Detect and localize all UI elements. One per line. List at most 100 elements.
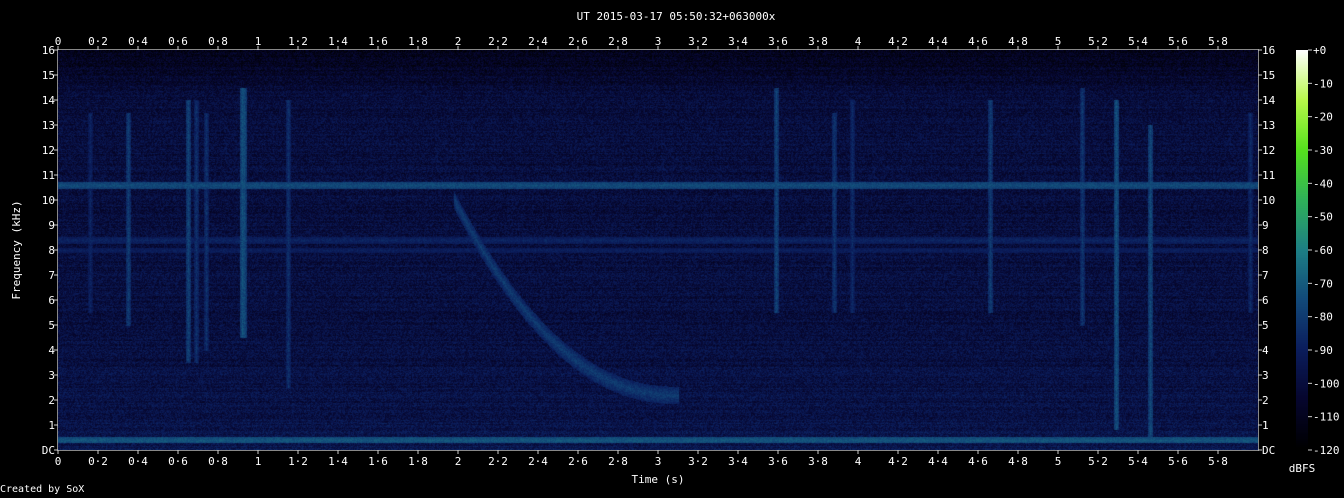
spectrogram-plot: [58, 50, 1258, 450]
x-tick-label-top: 2: [455, 35, 462, 48]
colorbar: [1296, 50, 1308, 450]
x-tick-label-top: 0·2: [88, 35, 108, 48]
x-tick-label-bottom: 2·6: [568, 455, 588, 468]
x-tick-label-top: 4·6: [968, 35, 988, 48]
y-tick-label-right: 5: [1262, 319, 1269, 332]
colorbar-tick-label: -120: [1313, 444, 1340, 457]
colorbar-tick-label: -30: [1313, 144, 1333, 157]
colorbar-tick-label: -100: [1313, 377, 1340, 390]
x-tick-label-top: 5·6: [1168, 35, 1188, 48]
colorbar-tick-label: -70: [1313, 277, 1333, 290]
y-tick-label-left: 14: [42, 94, 56, 107]
y-tick-label-right: DC: [1262, 444, 1275, 457]
x-tick-label-bottom: 0: [55, 455, 62, 468]
colorbar-tick-label: -40: [1313, 177, 1333, 190]
y-tick-label-left: 7: [48, 269, 55, 282]
x-tick-label-bottom: 2: [455, 455, 462, 468]
y-tick-label-left: 11: [42, 169, 55, 182]
y-tick-label-right: 14: [1262, 94, 1276, 107]
x-tick-label-bottom: 5·4: [1128, 455, 1148, 468]
x-tick-label-top: 5: [1055, 35, 1062, 48]
x-tick-label-top: 2·4: [528, 35, 548, 48]
x-tick-label-bottom: 0·6: [168, 455, 188, 468]
x-tick-label-bottom: 5·2: [1088, 455, 1108, 468]
x-tick-label-bottom: 1: [255, 455, 262, 468]
x-tick-label-bottom: 1·6: [368, 455, 388, 468]
chart-title: UT 2015-03-17 05:50:32+063000x: [577, 10, 776, 23]
x-tick-label-top: 3·4: [728, 35, 748, 48]
y-tick-label-left: 16: [42, 44, 55, 57]
y-tick-label-right: 2: [1262, 394, 1269, 407]
x-tick-label-top: 3·8: [808, 35, 828, 48]
x-tick-label-bottom: 3: [655, 455, 662, 468]
x-tick-label-top: 3: [655, 35, 662, 48]
x-axis-label: Time (s): [632, 473, 685, 486]
y-tick-label-left: DC: [42, 444, 55, 457]
x-tick-label-bottom: 4·2: [888, 455, 908, 468]
x-tick-label-top: 5·2: [1088, 35, 1108, 48]
x-tick-label-bottom: 4·8: [1008, 455, 1028, 468]
y-tick-label-left: 10: [42, 194, 55, 207]
x-tick-label-bottom: 1·2: [288, 455, 308, 468]
x-tick-label-top: 5·4: [1128, 35, 1148, 48]
x-tick-label-top: 3·2: [688, 35, 708, 48]
colorbar-tick-label: -20: [1313, 111, 1333, 124]
x-tick-label-top: 2·8: [608, 35, 628, 48]
y-tick-label-right: 15: [1262, 69, 1275, 82]
x-tick-label-top: 4·4: [928, 35, 948, 48]
y-tick-label-right: 7: [1262, 269, 1269, 282]
x-tick-label-top: 1·6: [368, 35, 388, 48]
x-tick-label-bottom: 3·6: [768, 455, 788, 468]
y-tick-label-right: 9: [1262, 219, 1269, 232]
colorbar-tick-label: -10: [1313, 77, 1333, 90]
colorbar-tick-label: -50: [1313, 211, 1333, 224]
colorbar-tick-label: +0: [1313, 44, 1326, 57]
x-tick-label-bottom: 4: [855, 455, 862, 468]
x-tick-label-top: 1·8: [408, 35, 428, 48]
x-tick-label-top: 0·4: [128, 35, 148, 48]
x-tick-label-top: 2·6: [568, 35, 588, 48]
y-tick-label-right: 6: [1262, 294, 1269, 307]
y-tick-label-left: 2: [48, 394, 55, 407]
colorbar-label: dBFS: [1289, 462, 1316, 475]
x-tick-label-top: 2·2: [488, 35, 508, 48]
x-tick-label-bottom: 2·4: [528, 455, 548, 468]
x-tick-label-bottom: 0·2: [88, 455, 108, 468]
y-axis-label: Frequency (kHz): [10, 200, 23, 299]
spectrogram-chart: UT 2015-03-17 05:50:32+063000x 0 0 0·2 0·2 0…: [10, 10, 1340, 486]
x-tick-label-top: 0: [55, 35, 62, 48]
y-tick-label-left: 8: [48, 244, 55, 257]
x-tick-label-top: 1·2: [288, 35, 308, 48]
colorbar-tick-label: -60: [1313, 244, 1333, 257]
x-tick-label-bottom: 1·4: [328, 455, 348, 468]
y-tick-label-right: 8: [1262, 244, 1269, 257]
x-tick-label-top: 1: [255, 35, 262, 48]
x-tick-label-bottom: 5·8: [1208, 455, 1228, 468]
x-tick-label-bottom: 3·8: [808, 455, 828, 468]
y-tick-label-right: 11: [1262, 169, 1275, 182]
x-tick-label-top: 0·8: [208, 35, 228, 48]
y-tick-label-left: 15: [42, 69, 55, 82]
x-tick-label-bottom: 5: [1055, 455, 1062, 468]
y-tick-label-left: 13: [42, 119, 55, 132]
y-tick-label-right: 13: [1262, 119, 1275, 132]
colorbar-tick-label: -90: [1313, 344, 1333, 357]
x-tick-label-bottom: 0·4: [128, 455, 148, 468]
x-tick-label-bottom: 3·2: [688, 455, 708, 468]
x-tick-label-top: 3·6: [768, 35, 788, 48]
x-tick-label-bottom: 2·2: [488, 455, 508, 468]
y-tick-label-left: 6: [48, 294, 55, 307]
x-tick-label-bottom: 5·6: [1168, 455, 1188, 468]
y-tick-label-left: 4: [48, 344, 55, 357]
x-tick-label-top: 0·6: [168, 35, 188, 48]
y-tick-label-left: 12: [42, 144, 55, 157]
y-tick-label-right: 1: [1262, 419, 1269, 432]
y-tick-label-left: 1: [48, 419, 55, 432]
colorbar-tick-label: -80: [1313, 311, 1333, 324]
x-tick-label-bottom: 2·8: [608, 455, 628, 468]
colorbar-tick-label: -110: [1313, 411, 1340, 424]
x-tick-label-bottom: 4·4: [928, 455, 948, 468]
sox-credit: Created by SoX: [0, 484, 85, 495]
y-tick-label-left: 3: [48, 369, 55, 382]
x-tick-label-top: 4: [855, 35, 862, 48]
